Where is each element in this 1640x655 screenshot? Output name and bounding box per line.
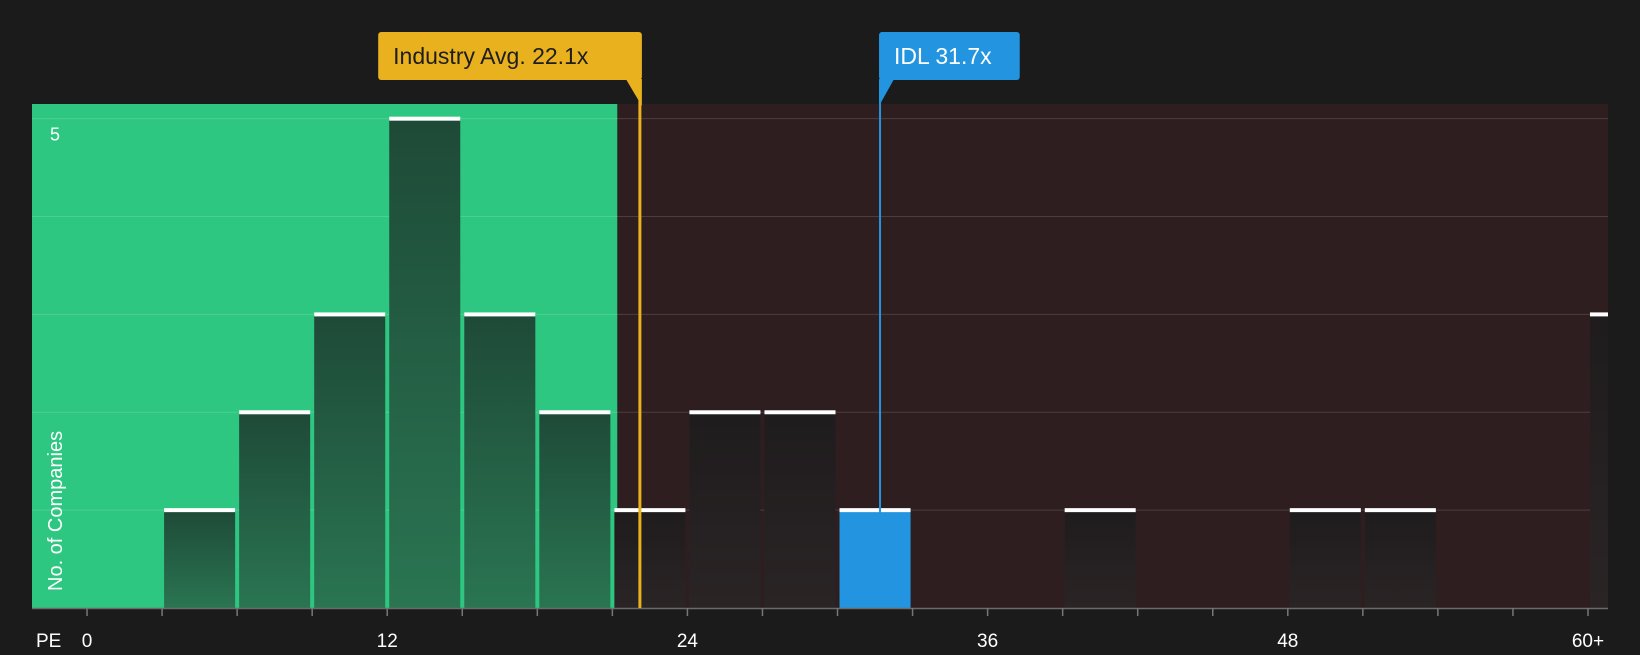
histogram-bar	[1289, 510, 1361, 608]
histogram-bar	[539, 412, 611, 608]
bar-cap	[1364, 508, 1436, 513]
marker-label: IDL 31.7x	[894, 43, 992, 69]
bar-cap	[464, 312, 536, 317]
bar-cap	[764, 410, 836, 415]
x-tick-label: 24	[677, 631, 699, 650]
bar-cap	[239, 410, 311, 415]
bar-cap	[614, 508, 686, 513]
bar-cap	[839, 508, 911, 513]
x-tick-label: 36	[977, 631, 998, 650]
histogram-bar	[614, 510, 686, 608]
x-tick-label: 60+	[1572, 631, 1604, 650]
histogram-bar	[689, 412, 761, 608]
histogram-bar	[764, 412, 836, 608]
histogram-bar	[314, 314, 386, 608]
marker-label: Industry Avg. 22.1x	[393, 43, 589, 69]
chart-svg: 0 12 24 36 48 60+ PE No. of Companies 5 Indus…	[32, 32, 1608, 652]
pe-distribution-chart: 0 12 24 36 48 60+ PE No. of Companies 5 Indus…	[0, 0, 1640, 652]
y-axis-label: No. of Companies	[45, 431, 67, 591]
histogram-bar	[1589, 314, 1608, 608]
histogram-bar	[1064, 510, 1136, 608]
x-tick-label: 12	[377, 631, 398, 650]
histogram-bar	[239, 412, 311, 608]
bar-cap	[539, 410, 611, 415]
bar-cap	[164, 508, 236, 513]
histogram-bar	[389, 118, 461, 608]
x-tick-label: 48	[1277, 631, 1298, 650]
histogram-bar	[464, 314, 536, 608]
bar-cap	[1289, 508, 1361, 513]
y-axis-ticks: 5	[50, 125, 60, 145]
bar-cap	[389, 116, 461, 121]
marker-pointer	[879, 79, 895, 106]
bar-cap	[689, 410, 761, 415]
bar-cap	[314, 312, 386, 317]
highlighted-bar	[839, 510, 911, 608]
histogram-bar	[1364, 510, 1436, 608]
histogram-bar	[164, 510, 236, 608]
x-axis-ticks: 0 12 24 36 48 60+	[82, 608, 1604, 652]
bar-cap	[1589, 312, 1608, 317]
bar-cap	[1064, 508, 1136, 513]
y-tick-label: 5	[50, 125, 60, 145]
x-axis-metric-label: PE	[36, 631, 61, 650]
x-tick-label: 0	[82, 631, 93, 650]
